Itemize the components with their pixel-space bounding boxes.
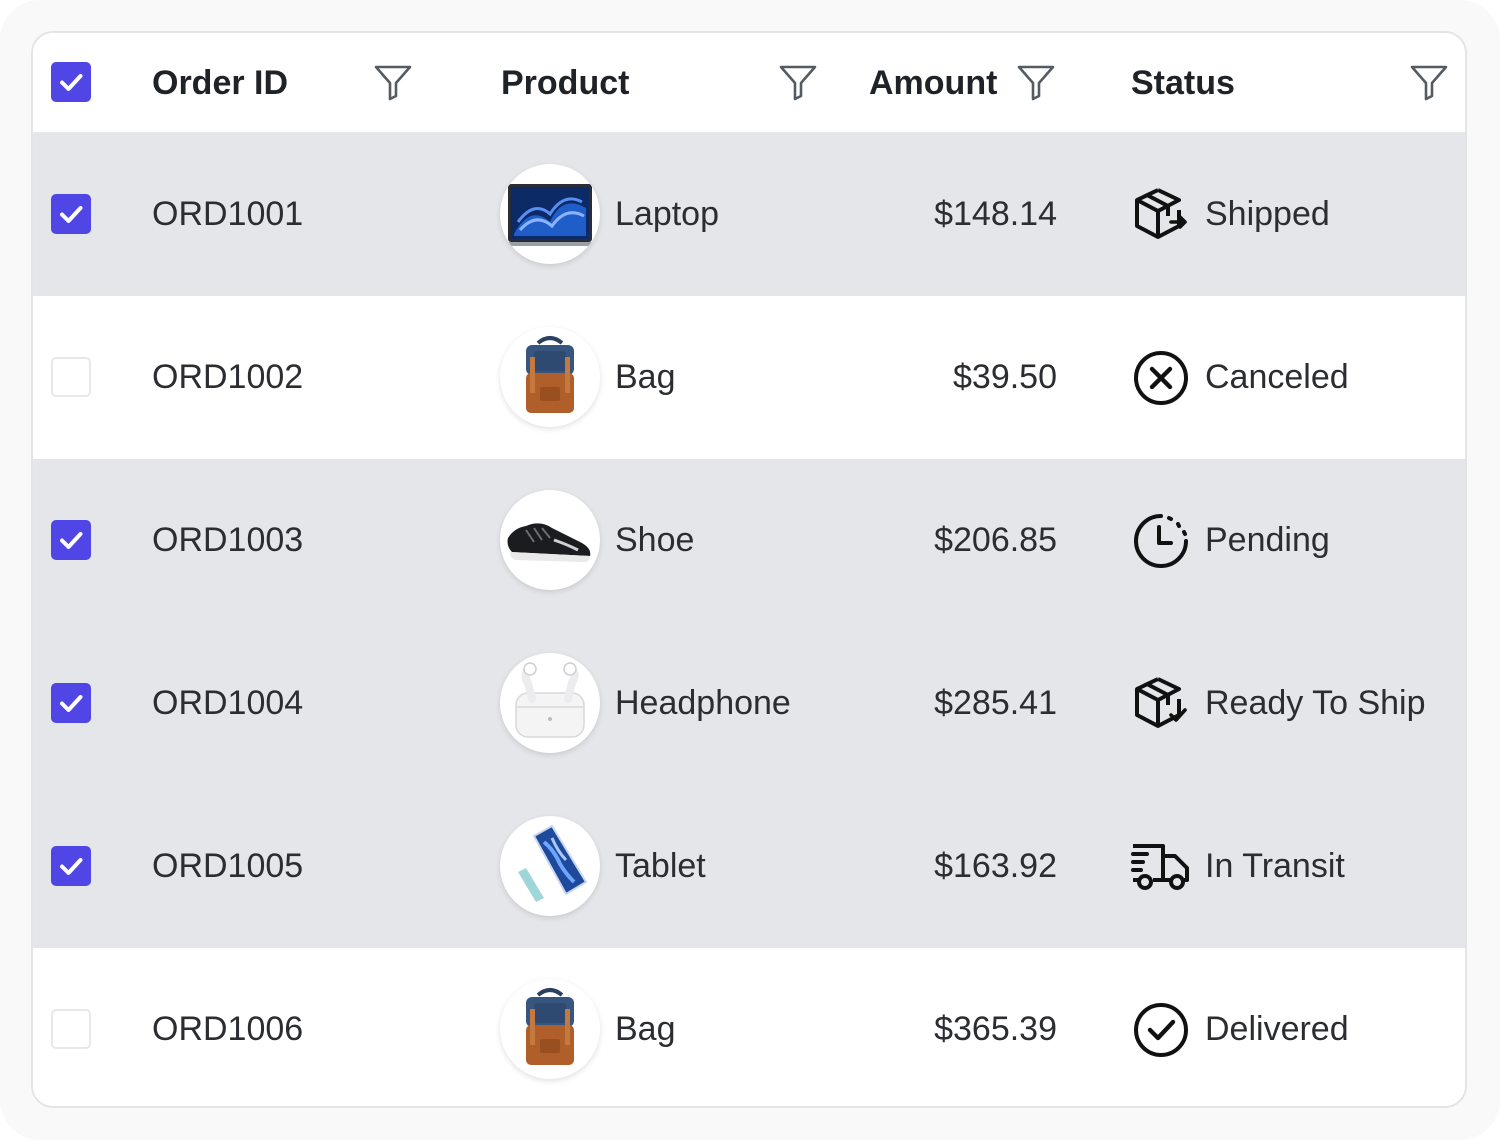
order-amount: $206.85 [934,521,1057,559]
sneaker-image [500,490,600,590]
order-amount: $365.39 [934,1010,1057,1048]
order-id: ORD1003 [152,521,304,559]
page-background: Order ID Product Amount Status ORD1001 L… [0,0,1500,1140]
product-name: Bag [615,1010,676,1048]
checkmark-icon [60,695,83,712]
package-check-icon [1135,677,1187,728]
status-label: Shipped [1205,195,1330,233]
order-id: ORD1006 [152,1010,304,1048]
order-amount: $285.41 [934,684,1057,722]
package-shipped-icon [1135,188,1187,239]
row-checkbox[interactable] [51,520,91,560]
checkmark-icon [60,206,83,223]
clock-pending-icon [1134,514,1188,568]
orders-table: Order ID Product Amount Status ORD1001 L… [31,31,1467,1108]
table-row[interactable]: ORD1001 Laptop $148.14 Shipped [33,133,1465,296]
row-checkbox[interactable] [51,683,91,723]
table-row[interactable]: ORD1004 Headphone $285.41 Ready To Ship [33,622,1465,785]
order-id: ORD1004 [152,684,304,722]
order-amount: $39.50 [953,358,1057,396]
filter-icon[interactable] [1409,62,1449,102]
order-id: ORD1005 [152,847,304,885]
filter-icon[interactable] [1016,62,1056,102]
row-checkbox[interactable] [51,194,91,234]
table-row[interactable]: ORD1006 Bag $365.39 Delivered [33,948,1465,1106]
filter-icon[interactable] [778,62,818,102]
tablet-image [500,816,600,916]
product-name: Headphone [615,684,791,722]
table-row[interactable]: ORD1002 Bag $39.50 Canceled [33,296,1465,459]
product-name: Shoe [615,521,695,559]
order-amount: $163.92 [934,847,1057,885]
select-all-checkbox[interactable] [51,62,91,102]
checkmark-icon [60,74,83,91]
laptop-image [500,164,600,264]
status-label: Ready To Ship [1205,684,1426,722]
row-checkbox[interactable] [51,1009,91,1049]
x-circle-icon [1134,351,1188,405]
column-header-order-id[interactable]: Order ID [152,63,288,103]
column-header-status[interactable]: Status [1131,63,1235,103]
product-name: Bag [615,358,676,396]
product-name: Laptop [615,195,719,233]
filter-icon[interactable] [373,62,413,102]
product-name: Tablet [615,847,706,885]
order-id: ORD1001 [152,195,304,233]
check-circle-icon [1134,1003,1188,1057]
checkmark-icon [60,532,83,549]
table-row[interactable]: ORD1005 Tablet $163.92 In Transit [33,785,1465,948]
status-label: In Transit [1205,847,1345,885]
order-id: ORD1002 [152,358,304,396]
row-checkbox[interactable] [51,357,91,397]
backpack-image [500,327,600,427]
table-row[interactable]: ORD1003 Shoe $206.85 Pending [33,459,1465,622]
order-amount: $148.14 [934,195,1057,233]
table-header: Order ID Product Amount Status [33,33,1465,133]
backpack-image [500,979,600,1079]
column-header-product[interactable]: Product [501,63,629,103]
column-header-amount[interactable]: Amount [869,63,997,103]
earbuds-image [500,653,600,753]
status-label: Canceled [1205,358,1349,396]
row-checkbox[interactable] [51,846,91,886]
checkmark-icon [60,858,83,875]
status-label: Delivered [1205,1010,1349,1048]
truck-icon [1131,844,1189,890]
status-label: Pending [1205,521,1330,559]
